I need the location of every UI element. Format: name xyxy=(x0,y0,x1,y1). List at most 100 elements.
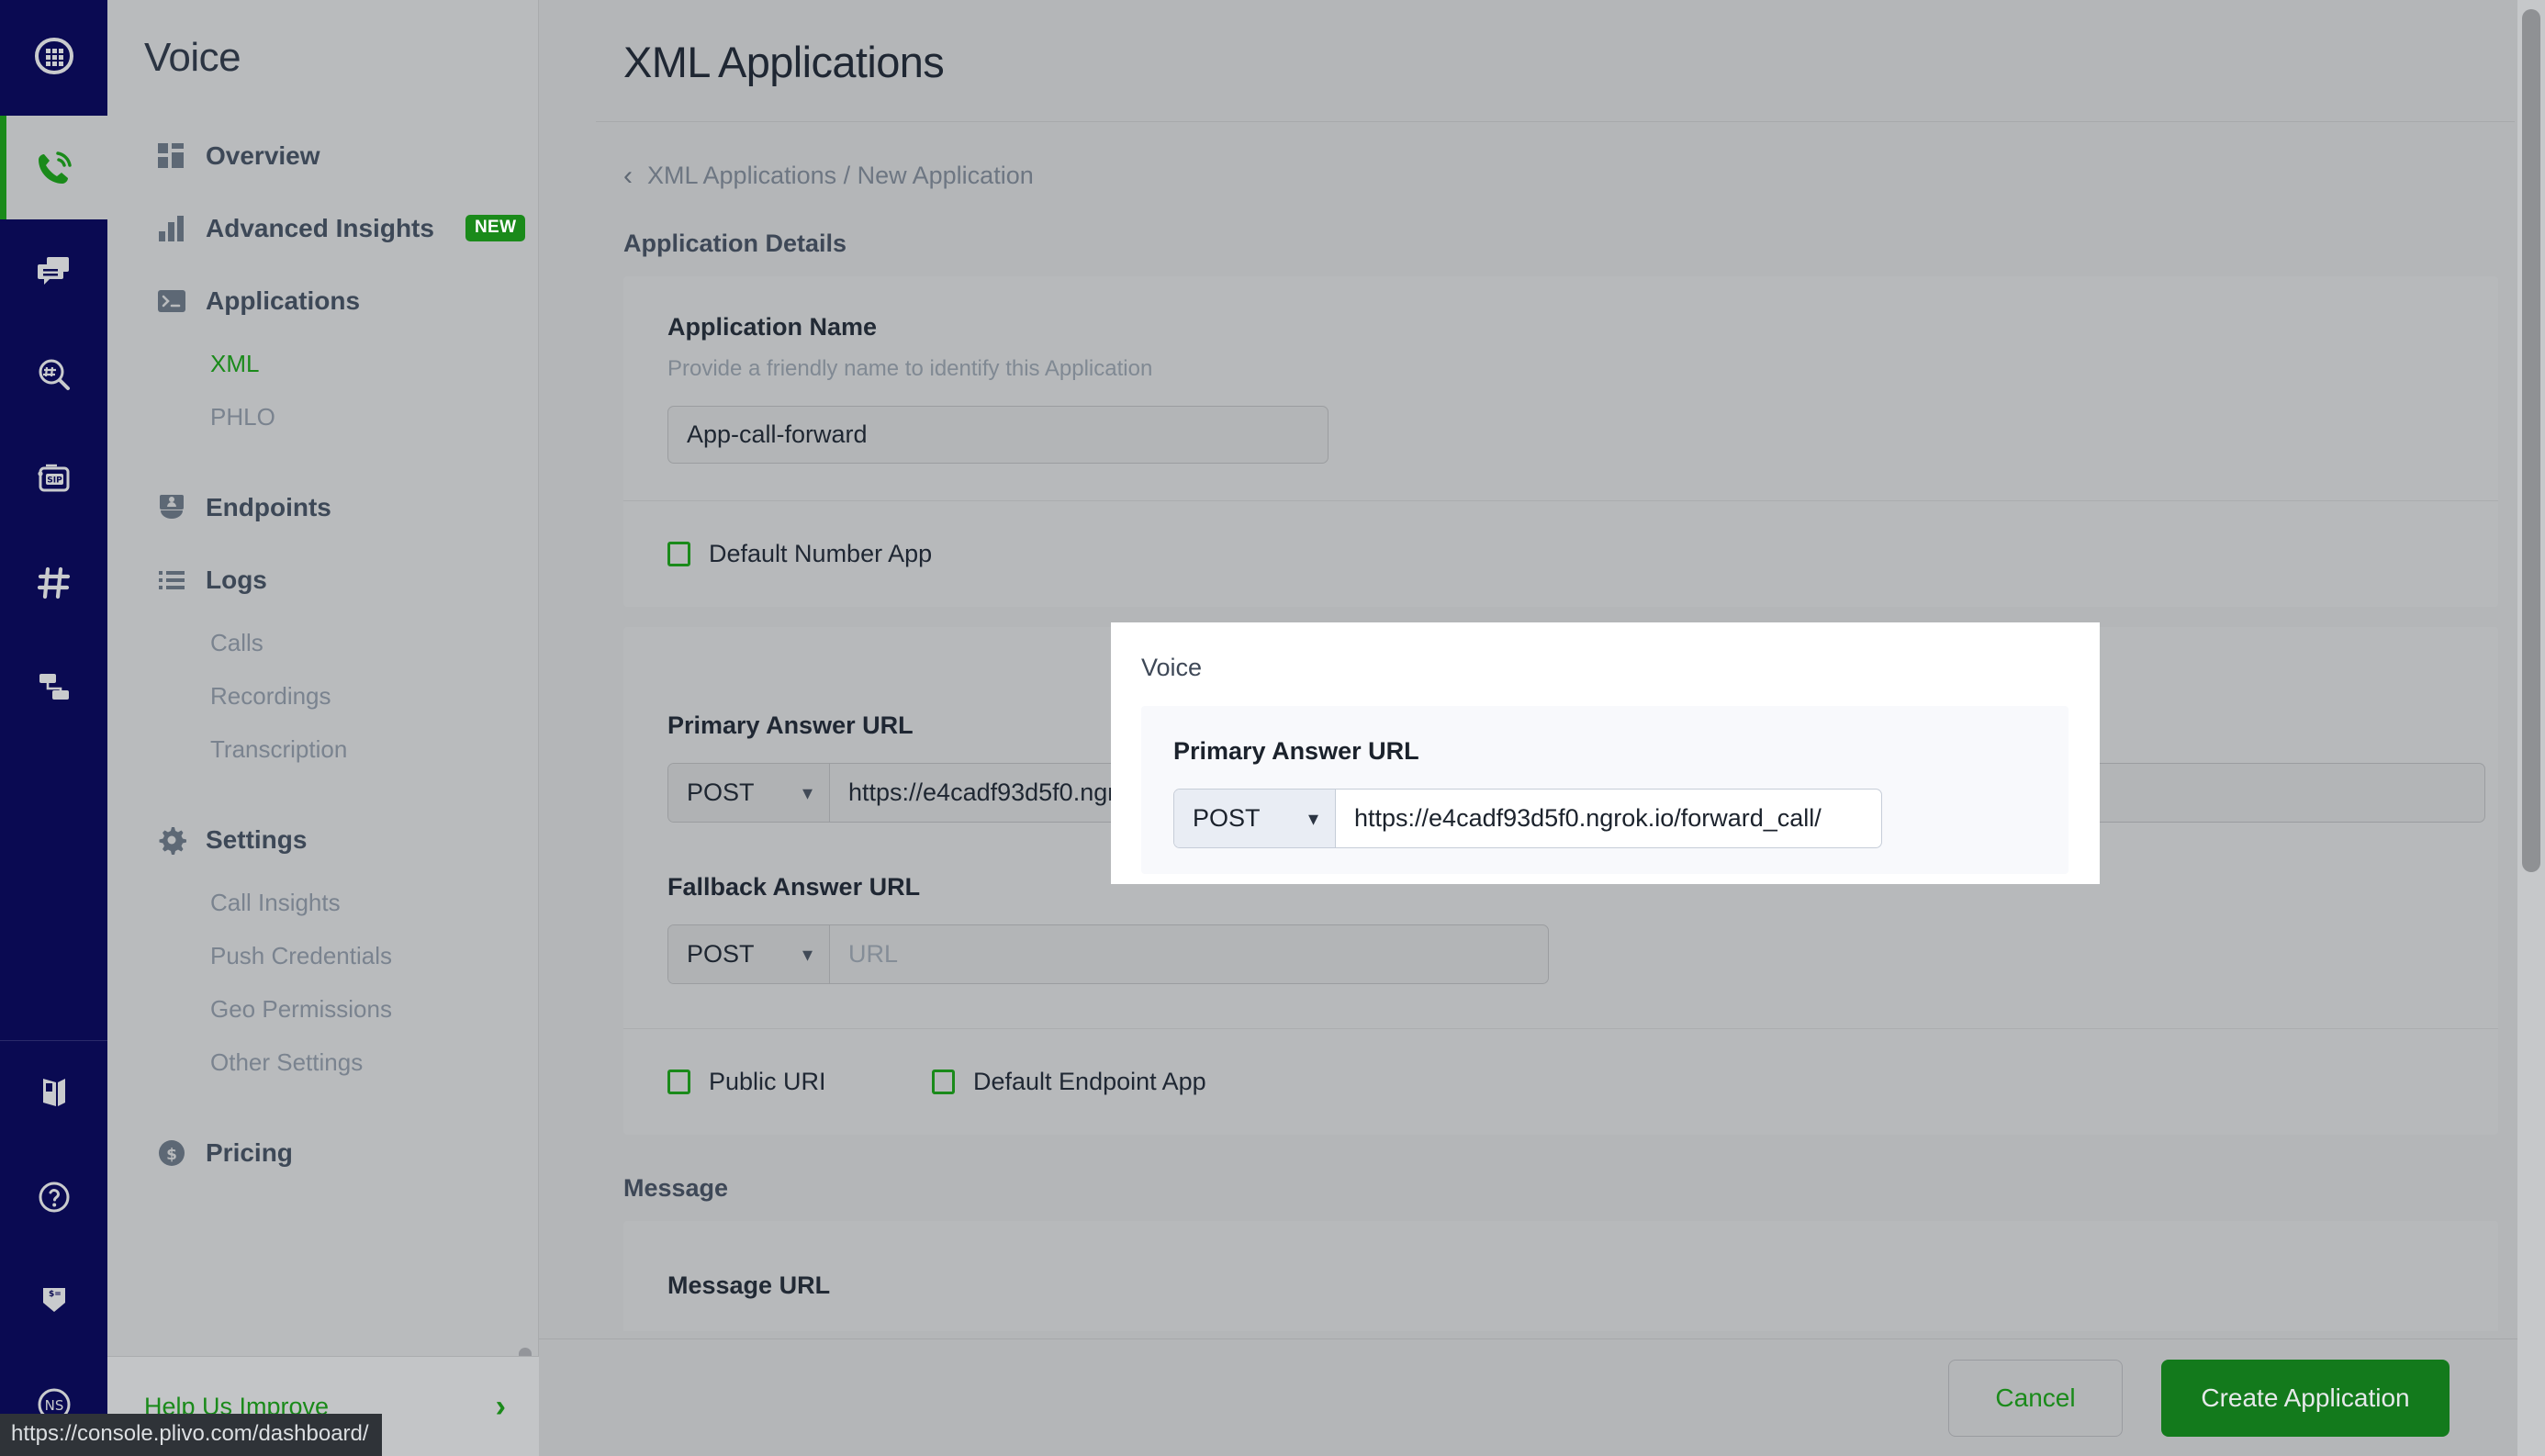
sidebar-item-label: Pricing xyxy=(206,1137,293,1167)
sidebar-item-transcription[interactable]: Transcription xyxy=(107,722,538,776)
fallback-answer-url-input[interactable]: URL xyxy=(830,925,1548,983)
application-details-card: Application Name Provide a friendly name… xyxy=(623,276,2498,607)
voice-url-row-fallback: Fallback Answer URL POST ▾ URL xyxy=(623,873,2498,984)
public-uri-label: Public URI xyxy=(709,1068,826,1095)
create-application-button[interactable]: Create Application xyxy=(2161,1359,2450,1437)
application-name-block: Application Name Provide a friendly name… xyxy=(623,276,2498,500)
plivo-cloud-logo[interactable] xyxy=(0,0,107,116)
sidebar-item-recordings[interactable]: Recordings xyxy=(107,669,538,722)
chevron-down-icon: ▾ xyxy=(802,780,813,804)
sidebar-subitem-label: Recordings xyxy=(210,681,331,710)
primary-answer-url-method-select[interactable]: POST ▾ xyxy=(668,764,830,822)
primary-answer-url-input-highlight[interactable]: https://e4cadf93d5f0.ngrok.io/forward_ca… xyxy=(1336,790,1881,847)
primary-answer-url-value-highlight: https://e4cadf93d5f0.ngrok.io/forward_ca… xyxy=(1354,804,1822,832)
sidebar-item-other-settings[interactable]: Other Settings xyxy=(107,1036,538,1089)
sidebar-item-label: Overview xyxy=(206,140,320,170)
plivo-cloud-logo-icon xyxy=(34,37,73,75)
fallback-answer-url-method-select[interactable]: POST ▾ xyxy=(668,925,830,983)
page-scrollbar-thumb[interactable] xyxy=(2522,9,2540,872)
sidebar-item-label: Endpoints xyxy=(206,492,331,521)
rail-item-billing[interactable]: $= xyxy=(0,1249,107,1352)
sidebar-subitem-label: Other Settings xyxy=(210,1047,364,1076)
main-header: XML Applications xyxy=(539,0,2545,87)
cancel-button[interactable]: Cancel xyxy=(1948,1359,2123,1437)
sidebar-item-pricing[interactable]: $ Pricing xyxy=(107,1116,538,1189)
fallback-row-spacer xyxy=(1604,873,2485,984)
message-url-label: Message URL xyxy=(667,1271,831,1299)
sidebar-item-geo-permissions[interactable]: Geo Permissions xyxy=(107,982,538,1036)
method-value: POST xyxy=(687,940,755,968)
number-lookup-icon xyxy=(39,359,70,390)
checkbox-icon[interactable] xyxy=(932,1070,955,1094)
svg-text:$: $ xyxy=(166,1146,177,1164)
default-endpoint-app-checkbox-cell[interactable]: Default Endpoint App xyxy=(932,1068,1206,1096)
fallback-answer-url-placeholder: URL xyxy=(848,940,899,968)
message-card: Message URL xyxy=(623,1221,2498,1331)
breadcrumb-label: XML Applications / New Application xyxy=(647,162,1034,189)
bar-chart-icon xyxy=(159,215,184,241)
billing-envelope-icon: $= xyxy=(42,1287,65,1312)
hash-numbers-icon xyxy=(37,566,70,599)
sidebar-item-endpoints[interactable]: Endpoints xyxy=(107,471,538,543)
sidebar-item-advanced-insights[interactable]: Advanced Insights NEW xyxy=(107,192,538,264)
voice-section-label: Voice xyxy=(1141,654,1203,681)
public-uri-checkbox-cell[interactable]: Public URI xyxy=(667,1068,932,1096)
default-endpoint-app-label: Default Endpoint App xyxy=(973,1068,1206,1095)
phone-voice-icon xyxy=(38,151,72,184)
rail-item-docs[interactable] xyxy=(0,1041,107,1145)
terminal-icon xyxy=(158,289,185,312)
voice-spotlight-card: Primary Answer URL POST ▾ https://e4cadf… xyxy=(1141,706,2069,874)
chevron-left-icon[interactable]: ‹ xyxy=(623,162,633,190)
fallback-answer-url-field: Fallback Answer URL POST ▾ URL xyxy=(667,873,1549,984)
sidebar-subitem-label: Calls xyxy=(210,628,263,656)
sidebar-item-xml[interactable]: XML xyxy=(107,337,538,390)
gear-icon xyxy=(159,826,186,855)
rail-item-lookup[interactable] xyxy=(0,323,107,427)
dashboard-grid-icon xyxy=(158,142,184,168)
sidebar-item-label: Advanced Insights xyxy=(206,213,434,242)
app-root: SIP $= NS Voice Overview Advanced Insigh… xyxy=(0,0,2545,1456)
rail-item-messages[interactable] xyxy=(0,219,107,323)
list-icon xyxy=(159,570,185,589)
sidebar-item-settings[interactable]: Settings xyxy=(107,803,538,876)
docs-book-icon xyxy=(42,1078,65,1106)
svg-text:SIP: SIP xyxy=(47,476,62,485)
rail-item-sip[interactable]: SIP xyxy=(0,427,107,531)
primary-answer-url-control-highlight: POST ▾ https://e4cadf93d5f0.ngrok.io/for… xyxy=(1173,789,1882,848)
sidebar-item-label: Applications xyxy=(206,286,361,315)
application-name-input[interactable]: App-call-forward xyxy=(667,406,1329,464)
checkbox-icon[interactable] xyxy=(667,1070,690,1094)
sidebar-item-call-insights[interactable]: Call Insights xyxy=(107,876,538,929)
sidebar-item-applications[interactable]: Applications xyxy=(107,264,538,337)
messages-icon xyxy=(37,256,69,285)
breadcrumb[interactable]: ‹ XML Applications / New Application xyxy=(539,122,2545,190)
message-section-label: Message xyxy=(623,1174,729,1202)
application-name-value: App-call-forward xyxy=(687,420,868,448)
status-bar-url: https://console.plivo.com/dashboard/ xyxy=(0,1414,382,1456)
sidebar-item-overview[interactable]: Overview xyxy=(107,119,538,192)
rail-item-numbers[interactable] xyxy=(0,531,107,634)
checkbox-icon[interactable] xyxy=(667,542,690,566)
sidebar-item-calls[interactable]: Calls xyxy=(107,616,538,669)
application-name-label: Application Name xyxy=(667,313,878,341)
chevron-down-icon: ▾ xyxy=(802,942,813,966)
sidebar-item-push-credentials[interactable]: Push Credentials xyxy=(107,929,538,982)
help-question-icon xyxy=(39,1182,69,1212)
rail-item-help[interactable] xyxy=(0,1145,107,1249)
rail-item-voice[interactable] xyxy=(0,116,107,219)
rail-item-flows[interactable] xyxy=(0,634,107,738)
sidebar-item-phlo[interactable]: PHLO xyxy=(107,390,538,443)
sidebar-item-label: Settings xyxy=(206,824,308,854)
sidebar-subitem-label: Call Insights xyxy=(210,888,341,916)
dollar-circle-icon: $ xyxy=(159,1139,185,1166)
sidebar-item-label: Logs xyxy=(206,565,267,594)
voice-section-spotlight: Voice Primary Answer URL POST ▾ https://… xyxy=(1111,622,2100,884)
sidebar-subitem-label: XML xyxy=(210,349,260,377)
default-number-app-checkbox-cell[interactable]: Default Number App xyxy=(667,540,932,568)
primary-answer-url-method-select-highlight[interactable]: POST ▾ xyxy=(1174,790,1336,847)
sidebar-subitem-label: Geo Permissions xyxy=(210,994,392,1023)
sidebar-item-logs[interactable]: Logs xyxy=(107,543,538,616)
